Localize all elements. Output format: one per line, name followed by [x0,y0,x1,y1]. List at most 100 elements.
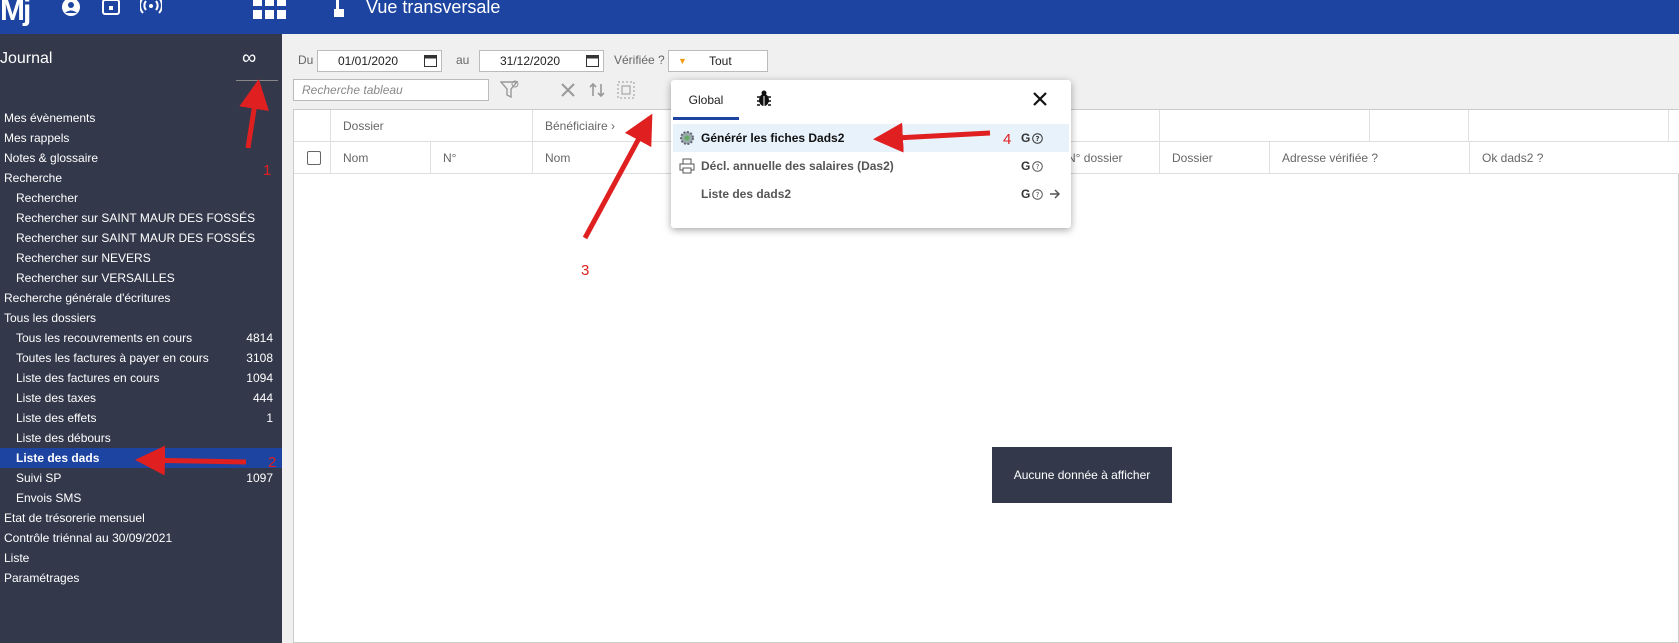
clear-icon[interactable] [558,80,578,100]
chevron-right-icon: › [611,119,616,133]
sidebar-item[interactable]: Rechercher sur SAINT MAUR DES FOSSÉS [0,208,282,228]
date-from-value: 01/01/2020 [338,54,399,68]
top-bar: Mj Vue transversale [0,0,1679,34]
verifiee-select[interactable]: ▼ Tout [668,50,768,72]
date-to-input[interactable]: 31/12/2020 [479,50,604,72]
menu-item-liste-dads2[interactable]: Liste des dads2 G ? [673,180,1069,208]
sidebar-item[interactable]: Tous les dossiers [0,308,282,328]
gear-icon [680,131,694,145]
sidebar-item-label: Mes rappels [4,131,70,145]
hand-pointer-icon [334,0,344,17]
sidebar-item[interactable]: Liste des factures en cours 1094 [0,368,282,388]
calendar-icon[interactable] [100,0,122,22]
calendar-icon[interactable] [586,54,599,67]
group-header-divider [1668,110,1679,142]
sidebar-item-label: Suivi SP [16,471,62,485]
help-icon[interactable]: ? [1032,133,1043,144]
sidebar-item[interactable]: Notes & glossaire [0,148,282,168]
arrow-right-icon[interactable] [1049,188,1061,200]
sidebar-title: Journal [0,50,53,67]
column-header-nom[interactable]: Nom [330,142,430,174]
sidebar-item-count: 1097 [246,471,273,485]
sidebar-item-label: Liste des effets [16,411,97,425]
group-header-beneficiaire[interactable]: Bénéficiaire › [532,110,672,142]
sidebar-item-label: Rechercher [16,191,79,205]
sidebar-item[interactable]: Mes évènements [0,108,282,128]
sidebar-item-label: Liste des débours [16,431,111,445]
sidebar-item[interactable]: Recherche [0,168,282,188]
annotation-number-3: 3 [581,262,590,279]
sidebar-item-label: Liste des factures en cours [16,371,160,385]
select-all-checkbox[interactable] [307,151,321,165]
sidebar-item-label: Mes évènements [4,111,96,125]
empty-message: Aucune donnée à afficher [992,447,1172,503]
date-from-input[interactable]: 01/01/2020 [317,50,442,72]
sidebar-item-label: Contrôle triénnal au 30/09/2021 [4,531,173,545]
bug-icon[interactable] [756,90,772,108]
group-header-divider [1468,110,1481,142]
group-header-divider [1369,110,1382,142]
sidebar-item-label: Recherche [4,171,63,185]
sidebar-item-label: Rechercher sur SAINT MAUR DES FOSSÉS [16,211,256,225]
apps-grid-icon[interactable] [253,0,287,22]
sidebar-item-label: Liste des dads [16,451,100,465]
sidebar-item-label: Liste des taxes [16,391,97,405]
menu-item-label: Liste des dads2 [701,187,792,201]
sort-icon[interactable] [587,80,607,100]
column-header-adresse-verifiee[interactable]: Adresse vérifiée ? [1269,142,1459,174]
search-input[interactable]: Recherche tableau [293,79,489,101]
sidebar-item-label: Envois SMS [16,491,82,505]
actions-popup: Global Générér les fiches Dads2 G ? Décl… [671,80,1071,228]
help-icon[interactable]: ? [1032,161,1043,172]
sidebar-item[interactable]: Etat de trésorerie mensuel [0,508,282,528]
column-header-dossier[interactable]: Dossier [1159,142,1259,174]
filter-icon[interactable] [500,80,520,100]
du-label: Du [298,53,314,67]
sidebar-item[interactable]: Tous les recouvrements en cours 4814 [0,328,282,348]
select-all-icon[interactable] [616,80,636,100]
sidebar-item[interactable]: Mes rappels [0,128,282,148]
sidebar-item[interactable]: Recherche générale d'écritures [0,288,282,308]
annotation-number-1: 1 [263,162,272,179]
sidebar-item[interactable]: Liste des débours [0,428,282,448]
sidebar-item-label: Rechercher sur VERSAILLES [16,271,175,285]
sidebar-item[interactable]: Toutes les factures à payer en cours 3108 [0,348,282,368]
user-icon[interactable] [60,0,82,22]
menu-item-label: Générér les fiches Dads2 [701,131,845,145]
annotation-number-2: 2 [268,454,277,471]
help-icon[interactable]: ? [1032,189,1043,200]
sidebar-item-label: Tous les recouvrements en cours [16,331,193,345]
sidebar-item[interactable]: Envois SMS [0,488,282,508]
sidebar-item-label: Notes & glossaire [4,151,99,165]
sidebar-item-label: Etat de trésorerie mensuel [4,511,145,525]
sidebar-item[interactable]: Rechercher sur VERSAILLES [0,268,282,288]
sidebar-item[interactable]: Liste des taxes 444 [0,388,282,408]
calendar-icon[interactable] [424,54,437,67]
sidebar-item[interactable]: Liste [0,548,282,568]
close-icon[interactable] [1029,88,1051,110]
sidebar-item[interactable]: Paramétrages [0,568,282,588]
sidebar-item[interactable]: Rechercher sur SAINT MAUR DES FOSSÉS [0,228,282,248]
menu-item-decl-annuelle[interactable]: Décl. annuelle des salaires (Das2) G ? [673,152,1069,180]
sidebar-item[interactable]: Contrôle triénnal au 30/09/2021 [0,528,282,548]
sidebar-item-label: Liste [4,551,30,565]
sidebar-item-label: Paramétrages [4,571,80,585]
verifiee-label: Vérifiée ? [614,53,665,67]
page-title: Vue transversale [366,0,501,17]
column-header-nom-beneficiaire[interactable]: Nom [532,142,672,174]
sidebar-item[interactable]: Rechercher [0,188,282,208]
broadcast-icon[interactable] [140,0,162,22]
sidebar-item[interactable]: Liste des dads [0,448,282,468]
caret-down-icon: ▼ [678,56,687,66]
column-header-numero[interactable]: N° [430,142,530,174]
sidebar-item[interactable]: Suivi SP 1097 [0,468,282,488]
verifiee-value: Tout [709,54,732,68]
group-header-dossier[interactable]: Dossier [330,110,530,142]
sidebar-item[interactable]: Liste des effets 1 [0,408,282,428]
column-header-ok-dads2[interactable]: Ok dads2 ? [1469,142,1659,174]
sidebar-item[interactable]: Rechercher sur NEVERS [0,248,282,268]
tab-global[interactable]: Global [673,80,739,120]
sidebar: Journal ∞ Mes évènements Mes rappels Notes… [0,34,282,643]
sidebar-item-count: 1094 [246,371,273,385]
infinity-icon[interactable]: ∞ [242,47,256,70]
